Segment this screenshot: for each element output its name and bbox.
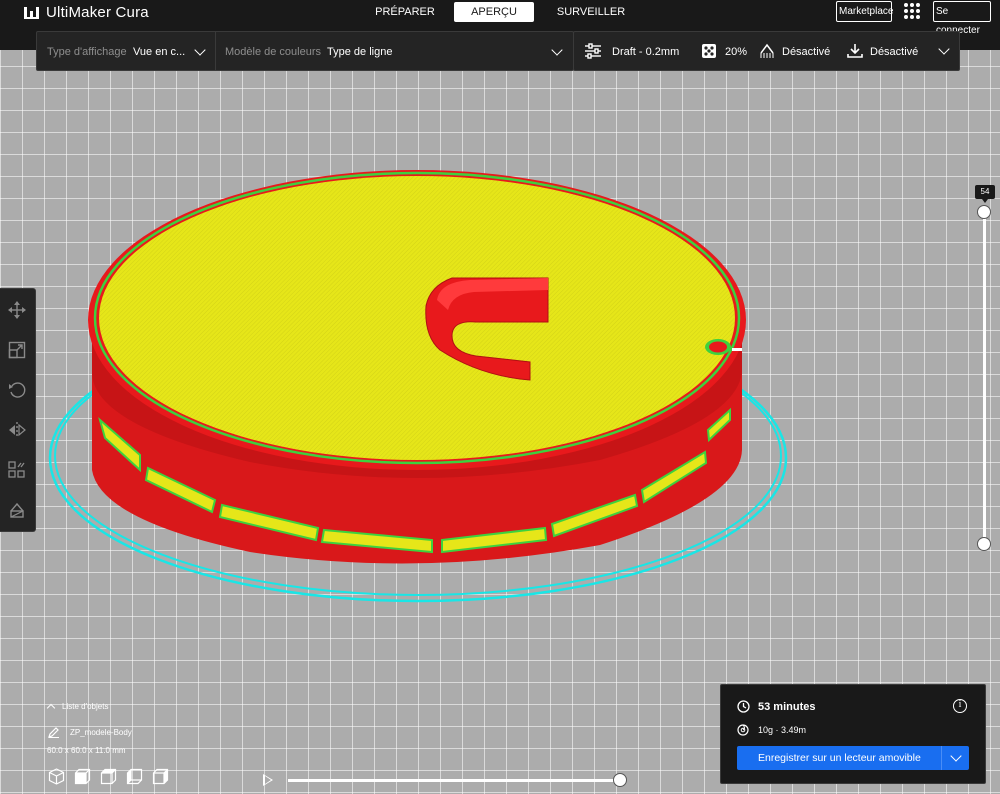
material-estimate-row: 10g · 3.49m <box>737 724 806 736</box>
print-time-row: 53 minutes <box>737 700 815 713</box>
chevron-down-icon[interactable] <box>938 43 950 55</box>
mirror-icon[interactable] <box>8 421 26 439</box>
save-to-removable-drive-button[interactable]: Enregistrer sur un lecteur amovible <box>737 746 969 770</box>
rotate-icon[interactable] <box>8 381 26 399</box>
pencil-icon[interactable] <box>48 726 60 738</box>
profile-name: Draft - 0.2mm <box>612 46 680 58</box>
scale-icon[interactable] <box>8 341 26 359</box>
infill-value: 20% <box>725 46 748 58</box>
adhesion-value: Désactivé <box>870 46 919 58</box>
apps-grid-icon[interactable] <box>904 3 920 19</box>
view-type-select[interactable]: Vue en c... <box>133 46 185 58</box>
support-blocker-icon[interactable] <box>8 501 26 519</box>
tool-panel <box>0 288 36 532</box>
chevron-up-icon <box>46 703 56 713</box>
app-name: UltiMaker Cura <box>46 4 149 21</box>
object-name: ZP_modele-Body <box>70 727 132 737</box>
layer-slider-track[interactable] <box>983 212 986 544</box>
3d-viewport[interactable] <box>0 0 1000 794</box>
divider <box>215 32 216 70</box>
print-setup-selector[interactable]: Draft - 0.2mm 20% Désactivé Désactivé <box>573 31 960 71</box>
front-view-icon[interactable] <box>74 768 91 785</box>
tab-prepare[interactable]: PRÉPARER <box>364 2 446 22</box>
chevron-down-icon[interactable] <box>194 44 206 56</box>
layer-preview-model <box>48 170 788 603</box>
color-scheme-label: Modèle de couleurs <box>225 46 322 58</box>
marketplace-button[interactable]: Marketplace <box>836 1 893 22</box>
settings-sliders-icon <box>585 43 601 59</box>
object-list-toggle[interactable]: Liste d'objets <box>46 702 109 713</box>
camera-view-buttons <box>48 768 169 785</box>
stage-tabs: PRÉPARER APERÇU SURVEILLER <box>364 2 646 22</box>
right-view-icon[interactable] <box>152 768 169 785</box>
chevron-down-icon[interactable] <box>950 750 962 762</box>
save-button-label: Enregistrer sur un lecteur amovible <box>758 752 921 764</box>
infill-icon <box>702 44 716 58</box>
layer-slider-bottom-handle[interactable] <box>977 537 991 551</box>
object-list-label: Liste d'objets <box>62 702 109 711</box>
simulation-slider-handle[interactable] <box>613 773 627 787</box>
divider <box>941 746 942 770</box>
color-scheme-select[interactable]: Type de ligne <box>327 46 392 58</box>
chevron-down-icon[interactable] <box>551 44 563 56</box>
support-icon <box>760 43 774 58</box>
ultimaker-logo-icon <box>24 6 40 20</box>
view-type-label: Type d'affichage <box>47 46 127 58</box>
adhesion-icon <box>847 44 863 58</box>
layer-slider-top-handle[interactable] <box>977 205 991 219</box>
info-icon[interactable] <box>953 699 967 713</box>
tab-preview[interactable]: APERÇU <box>454 2 534 22</box>
print-information-panel: 53 minutes 10g · 3.49m Enregistrer sur u… <box>720 684 986 784</box>
simulation-slider-track[interactable] <box>288 779 620 782</box>
spool-icon <box>737 724 749 736</box>
layer-number-label[interactable]: 54 <box>975 185 995 203</box>
move-icon[interactable] <box>8 301 26 319</box>
support-value: Désactivé <box>782 46 831 58</box>
view-options-bar: Type d'affichage Vue en c... Modèle de c… <box>36 31 574 71</box>
play-icon[interactable] <box>263 774 273 786</box>
print-time: 53 minutes <box>758 700 816 713</box>
app-logo: UltiMaker Cura <box>24 4 149 21</box>
tab-monitor[interactable]: SURVEILLER <box>536 2 646 22</box>
clock-icon <box>737 700 750 713</box>
top-view-icon[interactable] <box>100 768 117 785</box>
left-view-icon[interactable] <box>126 768 143 785</box>
per-model-settings-icon[interactable] <box>8 461 26 479</box>
3d-view-icon[interactable] <box>48 768 65 785</box>
object-name-row: ZP_modele-Body <box>48 726 132 738</box>
material-estimate: 10g · 3.49m <box>758 725 807 735</box>
object-dimensions: 60.0 x 60.0 x 11.0 mm <box>47 746 126 755</box>
sign-in-button[interactable]: Se connecter <box>933 1 991 36</box>
